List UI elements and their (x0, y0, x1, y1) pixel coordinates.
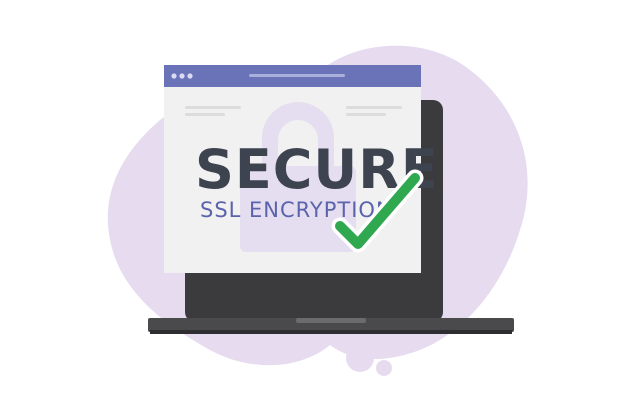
subline: SSL ENCRYPTION (200, 198, 393, 222)
ssl-illustration: SECURE SSL ENCRYPTION (0, 0, 624, 414)
illustration-canvas: SECURE SSL ENCRYPTION (107, 45, 528, 376)
